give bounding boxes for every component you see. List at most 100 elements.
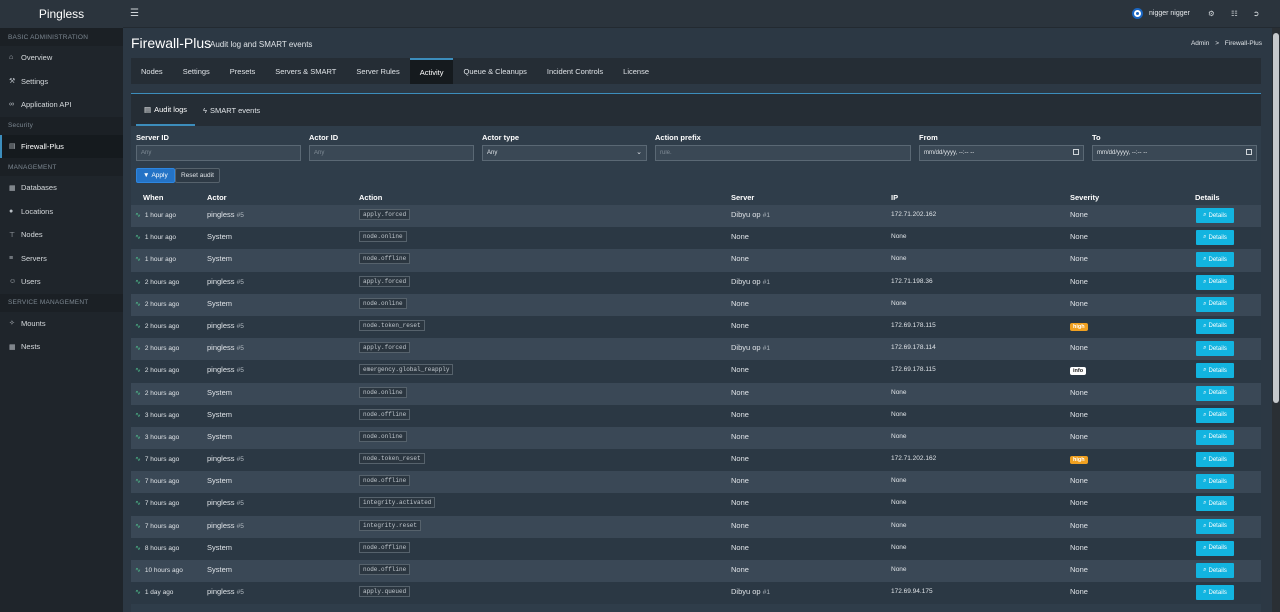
actor-id-input[interactable] — [309, 145, 474, 161]
sidebar-item-users[interactable]: ☺ Users — [0, 270, 123, 294]
from-datetime-input[interactable]: mm/dd/yyyy, --:-- -- — [919, 145, 1084, 161]
sidebar-item-nodes[interactable]: ⊤ Nodes — [0, 223, 123, 247]
subtab-audit-logs[interactable]: ▤ Audit logs — [136, 94, 196, 126]
when-value: 7 hours ago — [144, 478, 180, 486]
sidebar-item-nests[interactable]: ▦ Nests — [0, 335, 123, 359]
ip-cell: 172.69.178.115 — [891, 321, 936, 329]
tab-servers-smart[interactable]: Servers & SMART — [265, 58, 346, 84]
details-button[interactable]: ⌕ Details — [1196, 318, 1234, 334]
column-header-ip: IP — [891, 193, 899, 202]
activity-pulse-icon: ∿ — [135, 500, 141, 508]
column-header-action: Action — [359, 193, 383, 202]
actor-name: System — [207, 565, 233, 574]
actor-cell: pingless #5 — [207, 210, 244, 219]
when-value: 2 hours ago — [144, 367, 180, 375]
details-button[interactable]: ⌕ Details — [1196, 341, 1234, 357]
table-row: ∿ 1 hour ago System node.offline None None N… — [131, 249, 1261, 272]
subtab-smart-events[interactable]: ϟ SMART events — [195, 94, 268, 126]
details-button[interactable]: ⌕ Details — [1196, 452, 1234, 468]
details-button[interactable]: ⌕ Details — [1196, 518, 1234, 534]
sidebar-item-application-api[interactable]: ∞ Application API — [0, 93, 123, 117]
action-code: emergency.global_reapply — [359, 364, 454, 376]
tab-activity[interactable]: Activity — [409, 58, 454, 84]
server-cell: Dibyu op #1 — [731, 587, 770, 596]
tab-nodes[interactable]: Nodes — [131, 58, 173, 84]
subtab-label: SMART events — [210, 105, 261, 115]
details-button[interactable]: ⌕ Details — [1196, 252, 1234, 268]
when-cell: ∿ 1 hour ago — [135, 255, 176, 263]
details-button[interactable]: ⌕ Details — [1196, 474, 1234, 490]
brand-logo[interactable]: Pingless — [0, 0, 123, 28]
tab-incident-controls[interactable]: Incident Controls — [537, 58, 613, 84]
search-icon: ⌕ — [1203, 212, 1207, 218]
from-placeholder: mm/dd/yyyy, --:-- -- — [924, 150, 975, 156]
reset-audit-button[interactable]: Reset audit — [175, 168, 220, 183]
search-icon: ⌕ — [1203, 278, 1207, 285]
details-button[interactable]: ⌕ Details — [1196, 496, 1234, 512]
severity-value: None — [1070, 387, 1088, 397]
server-list-icon[interactable]: ☷ — [1231, 9, 1238, 18]
actor-type-select[interactable]: Any ⌄ — [482, 145, 647, 161]
actor-id: #5 — [236, 345, 244, 353]
details-button[interactable]: ⌕ Details — [1196, 274, 1234, 290]
details-button[interactable]: ⌕ Details — [1196, 429, 1234, 445]
activity-pulse-icon: ∿ — [135, 234, 141, 242]
actor-name: pingless — [207, 320, 235, 330]
when-cell: ∿ 1 hour ago — [135, 233, 176, 241]
hamburger-menu-icon[interactable]: ☰ — [130, 8, 139, 19]
server-id: #1 — [762, 212, 770, 219]
action-code: node.online — [359, 386, 407, 398]
action-prefix-input[interactable] — [655, 145, 911, 161]
details-button[interactable]: ⌕ Details — [1196, 563, 1234, 578]
details-button[interactable]: ⌕ Details — [1196, 540, 1234, 556]
details-button[interactable]: ⌕ Details — [1196, 296, 1234, 312]
details-label: Details — [1208, 412, 1227, 419]
details-button[interactable]: ⌕ Details — [1196, 363, 1234, 379]
details-button[interactable]: ⌕ Details — [1196, 208, 1234, 223]
sidebar-item-firewall-plus[interactable]: ▤ Firewall-Plus — [0, 134, 123, 158]
activity-subtabs: ▤ Audit logs ϟ SMART events — [131, 94, 1261, 126]
action-code: apply.forced — [359, 209, 411, 220]
severity-value: None — [1070, 520, 1088, 530]
server-name: None — [731, 409, 749, 419]
when-value: 2 hours ago — [144, 322, 180, 330]
settings-gears-icon[interactable]: ⚙ — [1208, 9, 1215, 18]
details-label: Details — [1208, 323, 1227, 330]
tab-queue-cleanups[interactable]: Queue & Cleanups — [453, 58, 536, 84]
tab-settings[interactable]: Settings — [173, 58, 220, 84]
details-button[interactable]: ⌕ Details — [1196, 230, 1234, 246]
tab-presets[interactable]: Presets — [220, 58, 265, 84]
sidebar-item-databases[interactable]: ▦ Databases — [0, 176, 123, 200]
scrollbar-thumb[interactable] — [1273, 33, 1279, 403]
sidebar-item-overview[interactable]: ⌂ Overview — [0, 46, 123, 70]
when-cell: ∿ 1 hour ago — [135, 211, 176, 219]
details-label: Details — [1208, 523, 1227, 530]
user-menu[interactable]: nigger nigger — [1132, 8, 1190, 19]
tab-server-rules[interactable]: Server Rules — [346, 58, 409, 84]
calendar-icon[interactable] — [1246, 149, 1252, 155]
details-button[interactable]: ⌕ Details — [1196, 385, 1234, 401]
action-code: node.offline — [359, 541, 411, 553]
details-button[interactable]: ⌕ Details — [1196, 407, 1234, 423]
breadcrumb-admin[interactable]: Admin — [1191, 40, 1209, 47]
users-icon: ☺ — [9, 278, 17, 286]
severity-cell: high — [1070, 321, 1088, 331]
tab-license[interactable]: License — [613, 58, 659, 84]
apply-filter-button[interactable]: ▼ Apply — [136, 168, 175, 183]
to-label: To — [1092, 133, 1101, 142]
calendar-icon[interactable] — [1073, 149, 1079, 155]
actor-cell: pingless #5 — [207, 343, 244, 352]
server-id-input[interactable] — [136, 145, 301, 161]
to-datetime-input[interactable]: mm/dd/yyyy, --:-- -- — [1092, 145, 1257, 161]
details-button[interactable]: ⌕ Details — [1196, 585, 1234, 601]
sidebar-item-servers[interactable]: ≡ Servers — [0, 247, 123, 271]
sidebar-item-locations[interactable]: ● Locations — [0, 200, 123, 224]
severity-cell: None — [1070, 410, 1088, 419]
actor-id: #5 — [236, 278, 244, 286]
action-code: node.online — [359, 297, 407, 309]
sign-out-icon[interactable]: ➲ — [1253, 9, 1259, 18]
page-scrollbar[interactable] — [1272, 28, 1280, 612]
sidebar-item-mounts[interactable]: ✧ Mounts — [0, 312, 123, 336]
table-row: ∿ 1 day ago pingless #5 apply.queued Dibyu o… — [131, 582, 1261, 605]
sidebar-item-settings[interactable]: ⚒ Settings — [0, 70, 123, 94]
